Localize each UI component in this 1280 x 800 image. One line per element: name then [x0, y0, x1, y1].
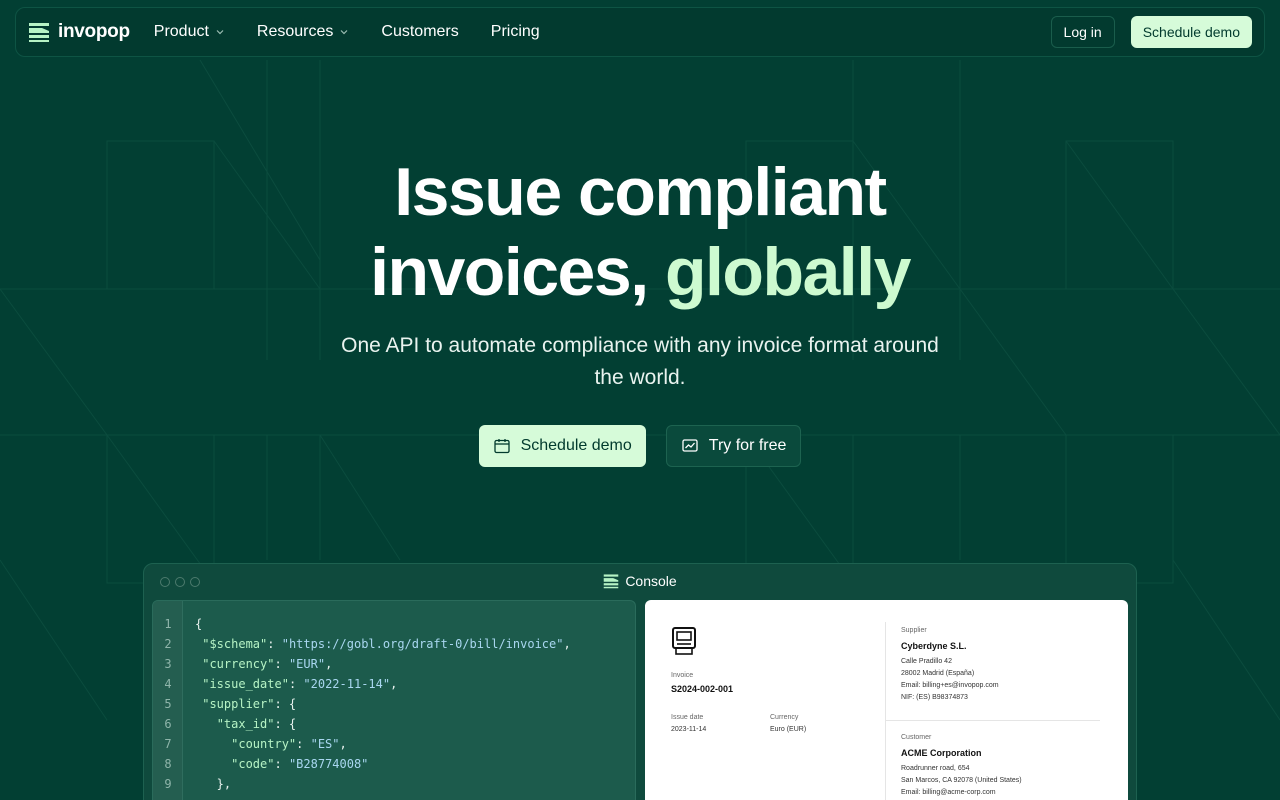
issue-date-value: 2023-11-14 — [671, 726, 707, 733]
code-lines: 1{2 "$schema": "https://gobl.org/draft-0… — [153, 614, 635, 794]
supplier-name: Cyberdyne S.L. — [901, 641, 967, 651]
issue-date-label: Issue date — [671, 714, 704, 721]
code-line: 5 "supplier": { — [153, 694, 635, 714]
code-line: 8 "code": "B28774008" — [153, 754, 635, 774]
code-text: { — [195, 617, 203, 631]
console-title: Console — [144, 573, 1136, 589]
currency-label: Currency — [770, 714, 799, 721]
code-text: "issue_date": "2022-11-14", — [202, 677, 398, 691]
brand-logo[interactable]: invopop — [28, 21, 130, 43]
invoice-divider-horizontal — [885, 720, 1100, 721]
try-for-free-label: Try for free — [708, 437, 787, 454]
console-title-text: Console — [625, 573, 677, 589]
customer-address-line2: San Marcos, CA 92078 (United States) — [901, 777, 1022, 784]
invoice-divider-vertical — [885, 622, 886, 800]
hero-title-line2: invoices, — [370, 234, 665, 310]
supplier-address-line2: 28002 Madrid (España) — [901, 670, 975, 677]
hero-title-accent: globally — [664, 234, 911, 310]
line-number: 5 — [164, 697, 172, 711]
customer-address-line1: Roadrunner road, 654 — [901, 765, 970, 772]
line-number: 4 — [164, 677, 172, 691]
nav-pricing-label: Pricing — [490, 23, 540, 40]
line-number: 6 — [164, 717, 172, 731]
nav-product-label: Product — [153, 23, 209, 40]
invoice-label: Invoice — [671, 672, 694, 679]
line-number: 9 — [164, 777, 172, 791]
code-text: "country": "ES", — [231, 737, 347, 751]
nav-resources[interactable]: Resources — [257, 23, 349, 41]
line-number: 8 — [164, 757, 172, 771]
line-number: 2 — [164, 637, 172, 651]
schedule-demo-nav-button[interactable]: Schedule demo — [1130, 16, 1252, 48]
code-line: 1{ — [153, 614, 635, 634]
console-titlebar: Console — [144, 564, 1136, 600]
invopop-logo-icon — [604, 574, 619, 589]
chevron-down-icon — [216, 30, 224, 35]
supplier-nif: NIF: (ES) B98374873 — [901, 694, 968, 701]
customer-email: Email: billing@acme-corp.com — [901, 789, 996, 796]
hero-title-line1: Issue compliant — [394, 154, 887, 230]
login-button[interactable]: Log in — [1050, 16, 1115, 48]
schedule-demo-label: Schedule demo — [520, 437, 632, 454]
calendar-icon — [493, 439, 510, 454]
code-text: "code": "B28774008" — [231, 757, 369, 771]
nav-pricing[interactable]: Pricing — [491, 23, 540, 41]
line-number: 7 — [164, 737, 172, 751]
schedule-demo-button[interactable]: Schedule demo — [478, 425, 646, 467]
invoice-robot-logo-icon — [672, 627, 696, 655]
invoice-preview: Invoice S2024-002-001 Issue date 2023-11… — [645, 600, 1128, 800]
line-number: 3 — [164, 657, 172, 671]
top-navbar: invopop Product Resources Customers Pric… — [15, 7, 1265, 57]
nav-customers[interactable]: Customers — [381, 23, 458, 41]
supplier-address-line1: Calle Pradillo 42 — [901, 658, 952, 665]
nav-links: Product Resources Customers Pricing — [154, 23, 540, 41]
code-text: "$schema": "https://gobl.org/draft-0/bil… — [202, 637, 571, 651]
code-line: 2 "$schema": "https://gobl.org/draft-0/b… — [153, 634, 635, 654]
chevron-down-icon — [340, 30, 348, 35]
hero-cta-group: Schedule demo Try for free — [0, 425, 1280, 467]
nav-actions: Log in Schedule demo — [1050, 16, 1252, 48]
invopop-logo-icon — [29, 23, 49, 42]
code-line: 7 "country": "ES", — [153, 734, 635, 754]
invoice-number: S2024-002-001 — [671, 684, 734, 694]
console-window: Console 1{2 "$schema": "https://gobl.org… — [143, 563, 1137, 800]
chart-screen-icon — [682, 439, 698, 452]
line-number: 1 — [164, 617, 172, 631]
hero-title: Issue compliant invoices, globally — [0, 152, 1280, 312]
supplier-label: Supplier — [901, 627, 927, 634]
nav-product[interactable]: Product — [154, 23, 225, 41]
nav-resources-label: Resources — [256, 23, 334, 40]
nav-customers-label: Customers — [381, 23, 459, 40]
try-for-free-button[interactable]: Try for free — [665, 425, 802, 467]
code-text: "currency": "EUR", — [202, 657, 333, 671]
code-line: 3 "currency": "EUR", — [153, 654, 635, 674]
customer-label: Customer — [901, 734, 932, 741]
brand-name: invopop — [58, 21, 130, 42]
code-text: }, — [195, 777, 232, 791]
hero-subtitle: One API to automate compliance with any … — [341, 334, 939, 389]
code-text: "tax_id": { — [216, 717, 297, 731]
code-editor[interactable]: 1{2 "$schema": "https://gobl.org/draft-0… — [152, 600, 636, 800]
code-line: 6 "tax_id": { — [153, 714, 635, 734]
code-text: "supplier": { — [202, 697, 297, 711]
currency-value: Euro (EUR) — [770, 726, 807, 733]
code-line: 4 "issue_date": "2022-11-14", — [153, 674, 635, 694]
customer-name: ACME Corporation — [901, 748, 982, 758]
code-line: 9 }, — [153, 774, 635, 794]
supplier-email: Email: billing+es@invopop.com — [901, 682, 999, 689]
